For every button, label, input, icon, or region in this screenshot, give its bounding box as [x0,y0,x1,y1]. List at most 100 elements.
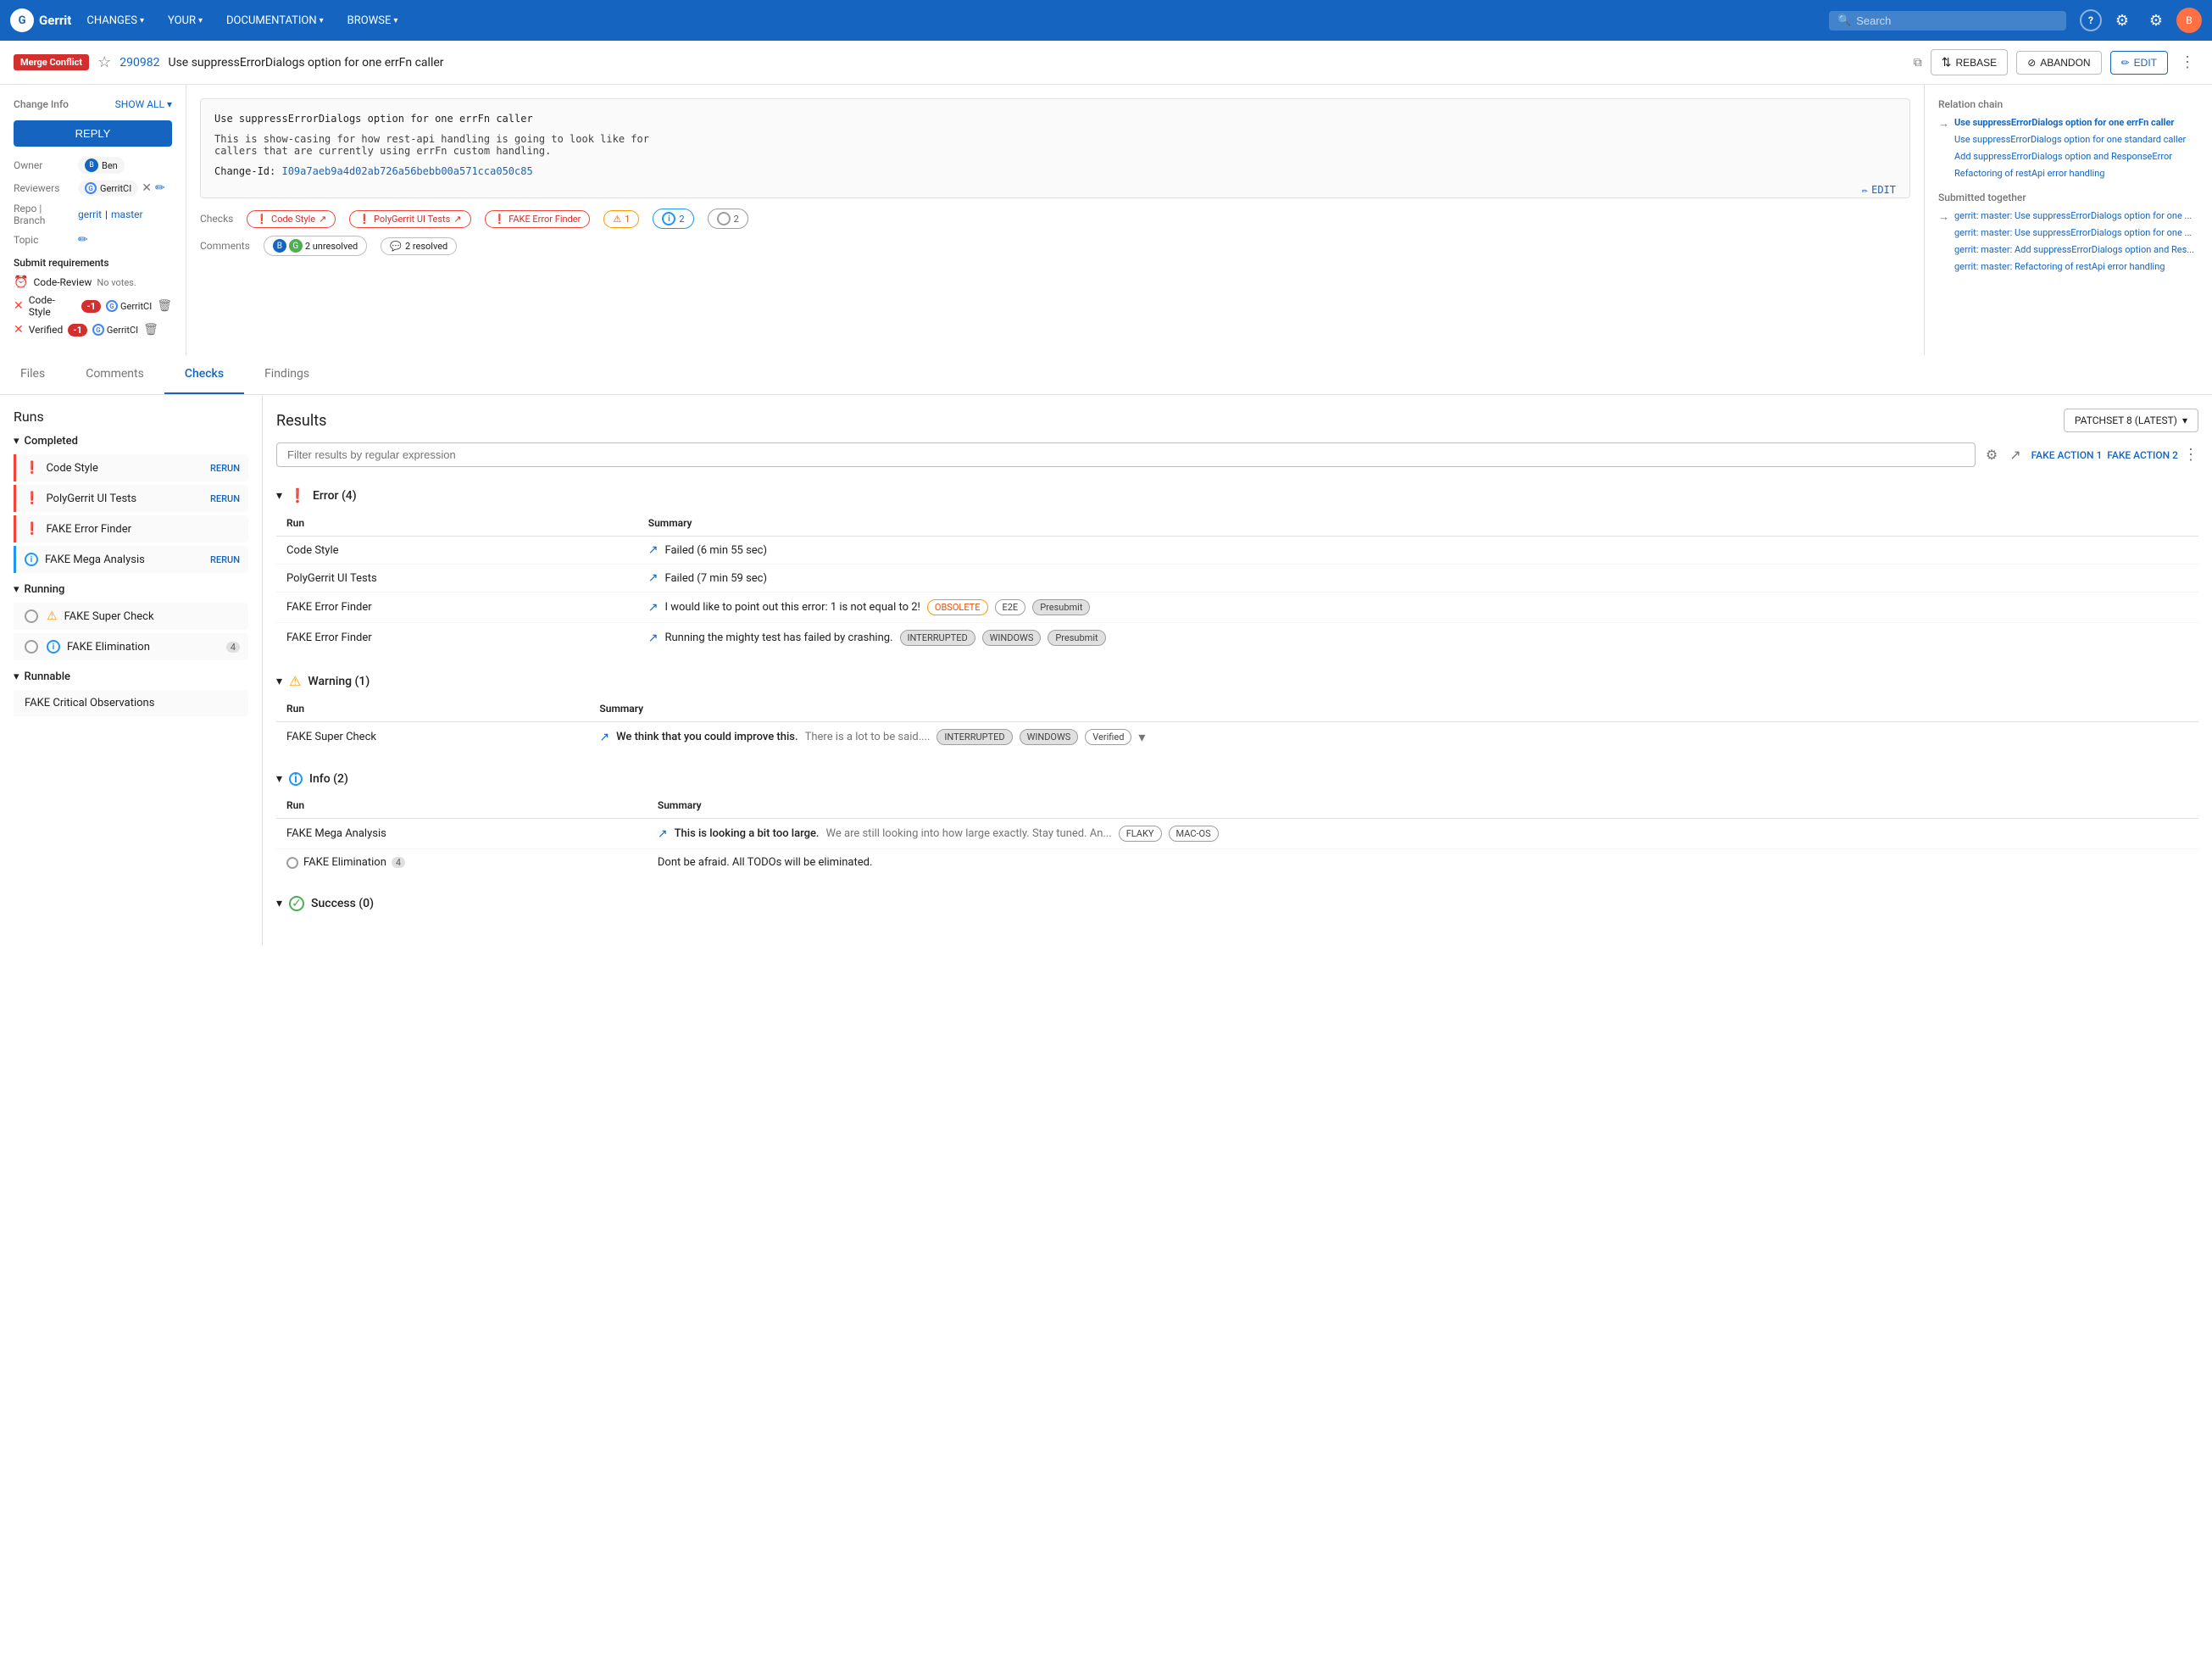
tag-obsolete[interactable]: OBSOLETE [927,599,988,615]
rebase-button[interactable]: ⇅ REBASE [1931,49,2008,75]
fake-action-2-button[interactable]: FAKE ACTION 2 [2107,449,2178,461]
resolved-comments-chip[interactable]: 💬 2 resolved [381,237,457,255]
external-link-icon[interactable]: ↗ [599,731,609,744]
edit-reviewer-icon[interactable]: ✏ [155,181,165,195]
rerun-button-mega[interactable]: RERUN [210,554,240,565]
tab-comments[interactable]: Comments [65,355,164,394]
plugin-icon[interactable]: ⚙ [2109,7,2136,34]
commit-edit-button[interactable]: ✏ EDIT [1862,184,1896,196]
check-chip-info[interactable]: i 2 [653,209,693,229]
external-link-icon: ↗ [453,214,461,225]
chevron-down-icon: ▾ [320,16,324,25]
tag-windows[interactable]: WINDOWS [982,630,1042,646]
external-link-icon[interactable]: ↗ [648,631,659,645]
error-icon: ❗ [358,214,370,225]
check-chip-polygerrit[interactable]: ❗ PolyGerrit UI Tests ↗ [349,210,470,228]
info-icon: i [47,640,60,654]
checks-content: Runs ▾ Completed ❗ Code Style RERUN ❗ Po… [0,395,2212,945]
error-section-header[interactable]: ▾ ❗ Error (4) [276,481,2198,510]
fake-action-1-button[interactable]: FAKE ACTION 1 [2031,449,2103,461]
tab-findings[interactable]: Findings [244,355,330,394]
help-button[interactable]: ? [2080,9,2102,31]
more-actions-button[interactable]: ⋮ [2183,446,2198,464]
open-in-new-icon[interactable]: ↗ [2006,443,2024,466]
external-link-icon[interactable]: ↗ [658,827,668,841]
info-icon: i [25,553,38,566]
relation-link-3[interactable]: Refactoring of restApi error handling [1954,168,2104,179]
chevron-down-icon: ▾ [276,772,282,786]
change-number-link[interactable]: 290982 [119,56,159,70]
rebase-icon: ⇅ [1942,55,1952,70]
tag-interrupted[interactable]: INTERRUPTED [936,729,1012,745]
check-chip-code-style[interactable]: ❗ Code Style ↗ [247,210,336,228]
tab-files[interactable]: Files [0,355,65,394]
copy-icon[interactable]: ⧉ [1914,56,1922,70]
arrow-icon: → [1938,210,1949,224]
branch-link[interactable]: master [111,209,143,220]
error-icon: ❗ [289,487,306,503]
filter-input[interactable] [276,442,1976,467]
rerun-button-code-style[interactable]: RERUN [210,463,240,474]
owner-chip[interactable]: B Ben [78,157,125,174]
relation-link-2[interactable]: Add suppressErrorDialogs option and Resp… [1954,151,2172,162]
edit-button[interactable]: ✏ EDIT [2110,51,2168,75]
nav-your[interactable]: YOUR ▾ [159,11,211,31]
tag-interrupted[interactable]: INTERRUPTED [900,630,975,646]
tag-windows[interactable]: WINDOWS [1020,729,1079,745]
info-section-header[interactable]: ▾ i Info (2) [276,765,2198,793]
warning-section-header[interactable]: ▾ ⚠ Warning (1) [276,666,2198,696]
nav-changes[interactable]: CHANGES ▾ [78,11,153,31]
settings-icon[interactable]: ⚙ [1982,443,2001,466]
submitted-link-1[interactable]: gerrit: master: Use suppressErrorDialogs… [1954,227,2192,238]
reply-button[interactable]: REPLY [14,120,172,147]
completed-section-header[interactable]: ▾ Completed [14,435,248,448]
search-input[interactable] [1856,14,2058,27]
tag-e2e[interactable]: E2E [995,599,1026,615]
external-link-icon[interactable]: ↗ [648,571,659,585]
tag-presubmit-2[interactable]: Presubmit [1048,630,1105,646]
nav-browse[interactable]: BROWSE ▾ [339,11,407,31]
check-chip-warning[interactable]: ⚠ 1 [603,210,639,228]
submitted-link-2[interactable]: gerrit: master: Add suppressErrorDialogs… [1954,244,2194,255]
search-icon: 🔍 [1837,14,1851,27]
result-summary: Dont be afraid. All TODOs will be elimin… [658,856,2188,869]
show-all-button[interactable]: SHOW ALL ▾ [115,98,172,110]
reviewer-chip[interactable]: G GerritCI [78,181,138,196]
delete-icon[interactable]: 🗑 [157,299,172,313]
tab-checks[interactable]: Checks [164,355,244,394]
tag-flaky[interactable]: FLAKY [1119,826,1162,842]
delete-icon-2[interactable]: 🗑 [143,323,158,337]
user-avatar[interactable]: B [2176,8,2202,33]
submitted-link-3[interactable]: gerrit: master: Refactoring of restApi e… [1954,261,2165,272]
remove-reviewer-icon[interactable]: ✕ [142,181,152,195]
fake-actions: FAKE ACTION 1 FAKE ACTION 2 ⋮ [2031,446,2198,464]
avatar-chip-2: G [289,239,303,253]
repo-link[interactable]: gerrit [78,209,102,220]
patchset-selector[interactable]: PATCHSET 8 (LATEST) ▾ [2064,409,2198,432]
rerun-button-polygerrit[interactable]: RERUN [210,493,240,504]
external-link-icon[interactable]: ↗ [648,601,659,615]
runnable-section-header[interactable]: ▾ Runnable [14,670,248,683]
relation-link-1[interactable]: Use suppressErrorDialogs option for one … [1954,134,2186,145]
more-actions-icon[interactable]: ⋮ [2176,50,2198,75]
change-id-link[interactable]: I09a7aeb9a4d02ab726a56bebb00a571cca050c8… [281,165,532,177]
submitted-link-0[interactable]: gerrit: master: Use suppressErrorDialogs… [1954,210,2192,221]
abandon-button[interactable]: ⊘ ABANDON [2016,51,2101,75]
unresolved-comments-chip[interactable]: B G 2 unresolved [264,236,367,256]
running-section-header[interactable]: ▾ Running [14,583,248,596]
success-section-header[interactable]: ▾ ✓ Success (0) [276,889,2198,918]
tag-macos[interactable]: MAC-OS [1169,826,1219,842]
external-link-icon[interactable]: ↗ [648,543,659,557]
comment-icon: 💬 [390,241,402,252]
relation-link-0[interactable]: Use suppressErrorDialogs option for one … [1954,117,2174,128]
nav-documentation[interactable]: DOCUMENTATION ▾ [218,11,332,31]
tag-presubmit[interactable]: Presubmit [1032,599,1090,615]
check-chip-neutral[interactable]: 2 [708,209,748,229]
edit-topic-icon[interactable]: ✏ [78,233,88,247]
settings-icon[interactable]: ⚙ [2143,7,2170,34]
check-chip-fake-error[interactable]: ❗ FAKE Error Finder [485,210,591,228]
star-icon[interactable]: ☆ [97,53,111,71]
tag-verified[interactable]: Verified [1085,729,1131,745]
merge-conflict-badge: Merge Conflict [14,54,89,70]
expand-icon[interactable]: ▾ [1138,729,1145,745]
